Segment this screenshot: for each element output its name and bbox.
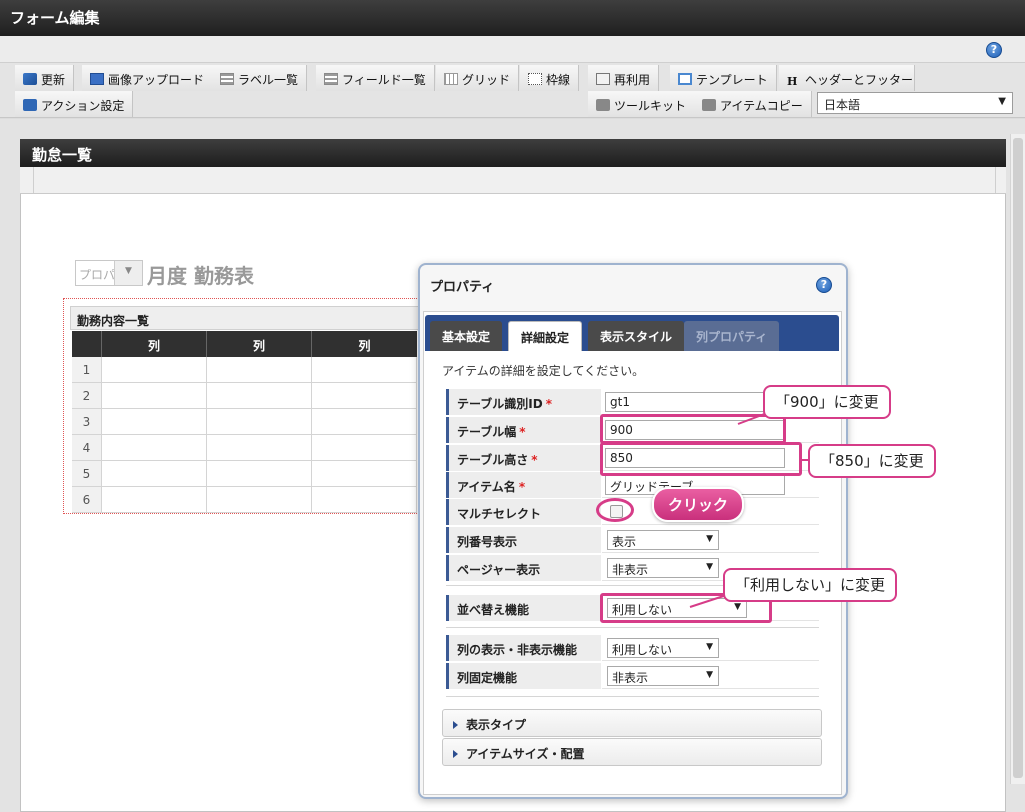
reuse-button[interactable]: 再利用 [588,65,660,91]
subbar-cell [20,167,34,193]
help-icon[interactable]: ? [986,42,1002,58]
subbar-cell [34,167,996,193]
chevron-down-icon: ▼ [706,534,713,544]
instruction-text: アイテムの詳細を設定してください。 [442,364,645,378]
chevron-down-icon: ▼ [998,96,1006,107]
grid-header: 列 列 列 [72,331,417,357]
grid-column-header: 列 [207,331,312,357]
toolkit-icon [596,99,610,111]
row-column-fixed: 列固定機能 非表示 ▼ [442,663,819,689]
pager-select[interactable]: 非表示 ▼ [607,558,719,578]
header-footer-button[interactable]: H ヘッダーとフッター [779,65,915,91]
document-icon [596,73,610,85]
table-row: 6 [72,487,417,513]
column-fixed-select[interactable]: 非表示 ▼ [607,666,719,686]
form-title: 勤怠一覧 [20,139,1006,167]
tab-column-properties[interactable]: 列プロパティ [684,321,780,351]
accordion-display-type[interactable]: 表示タイプ [442,709,822,737]
grid-header-corner [72,331,102,357]
help-icon[interactable]: ? [816,277,832,293]
grid-column-header: 列 [102,331,207,357]
dialog-title: プロパティ [430,280,495,295]
table-row: 4 [72,435,417,461]
callout-width: 「900」に変更 [763,385,891,419]
table-id-input[interactable]: gt1 [605,392,785,412]
chevron-right-icon [453,750,458,758]
help-bar: ? [0,36,1025,63]
window-title: フォーム編集 [10,9,100,27]
tab-basic-settings[interactable]: 基本設定 [430,321,503,351]
row-row-number: 列番号表示 表示 ▼ [442,527,819,553]
divider [446,627,819,628]
tab-detail-settings[interactable]: 詳細設定 [508,321,583,351]
month-title: 月度 勤務表 [147,264,254,288]
item-copy-button[interactable]: アイテムコピー [694,91,812,117]
accordion-item-size-layout[interactable]: アイテムサイズ・配置 [442,738,822,766]
row-number-select[interactable]: 表示 ▼ [607,530,719,550]
action-icon [23,99,37,111]
window-title-bar: フォーム編集 [0,0,1025,36]
highlight-height [600,442,802,476]
frame-button[interactable]: 枠線 [520,65,580,91]
scrollbar-thumb[interactable] [1013,138,1023,778]
chevron-down-icon[interactable]: ▼ [114,261,142,285]
callout-sort: 「利用しない」に変更 [723,568,898,602]
highlight-multi-select [596,498,634,522]
table-row: 3 [72,409,417,435]
copy-icon [702,99,716,111]
column-visibility-select[interactable]: 利用しない ▼ [607,638,719,658]
grid-caption: 勤務内容一覧 [70,306,420,330]
table-row: 1 [72,357,417,383]
chevron-down-icon: ▼ [706,562,713,572]
image-upload-button[interactable]: 画像アップロード [82,65,214,91]
form-subbar [20,167,1006,194]
vertical-scrollbar[interactable] [1010,134,1025,784]
image-icon [90,73,104,85]
grid-icon [444,73,458,85]
chevron-down-icon: ▼ [706,670,713,680]
highlight-width [600,414,786,444]
header-icon: H [787,75,798,88]
frame-icon [528,73,542,85]
language-select[interactable]: 日本語 ▼ [817,92,1013,114]
table-row: 2 [72,383,417,409]
template-icon [678,73,692,85]
chevron-down-icon: ▼ [706,642,713,652]
row-column-visibility: 列の表示・非表示機能 利用しない ▼ [442,635,819,661]
click-label: クリック [652,487,745,522]
refresh-button[interactable]: 更新 [15,65,75,91]
list-icon [220,73,234,85]
callout-height: 「850」に変更 [808,444,936,478]
toolkit-button[interactable]: ツールキット [588,91,696,117]
template-button[interactable]: テンプレート [670,65,777,91]
grid-button[interactable]: グリッド [436,65,520,91]
refresh-icon [23,73,37,85]
list-icon [324,73,338,85]
field-list-button[interactable]: フィールド一覧 [316,65,435,91]
tab-display-style[interactable]: 表示スタイル [588,321,685,351]
grid-column-header: 列 [358,339,371,353]
chevron-right-icon [453,721,458,729]
divider [446,696,819,697]
month-select[interactable]: プロパ ▼ [75,260,143,286]
table-row: 5 [72,461,417,487]
label-list-button[interactable]: ラベル一覧 [212,65,308,91]
action-settings-button[interactable]: アクション設定 [15,91,134,117]
